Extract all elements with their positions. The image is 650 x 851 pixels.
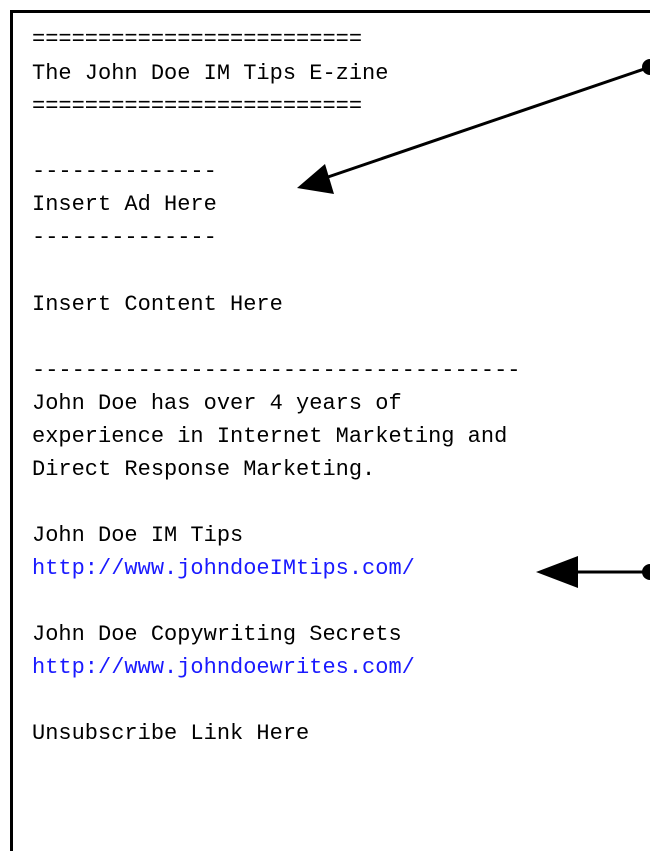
callout-arrows <box>297 59 650 588</box>
ad-callout-arrow <box>297 59 650 194</box>
page: ========================= The John Doe I… <box>0 0 650 851</box>
link-callout-arrow <box>536 556 650 588</box>
